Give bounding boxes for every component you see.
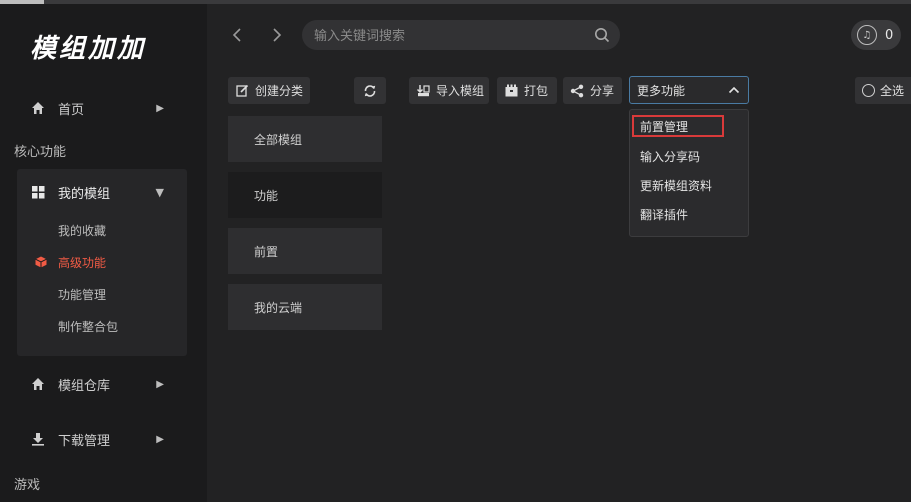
create-category-label: 创建分类	[255, 84, 304, 98]
search-bar	[302, 20, 620, 52]
category-my-cloud[interactable]: 我的云端	[228, 284, 382, 330]
search-input[interactable]	[312, 20, 586, 52]
select-all-label: 全选	[880, 84, 905, 98]
sidebar-sub-feature-mgmt[interactable]: 功能管理	[58, 286, 106, 303]
menu-item-label: 前置管理	[640, 119, 689, 134]
menu-item-enter-share-code[interactable]: 输入分享码	[640, 145, 744, 167]
edit-icon	[235, 84, 249, 98]
menu-item-label: 输入分享码	[640, 149, 701, 164]
refresh-button[interactable]	[354, 77, 386, 104]
caret-right-icon: ▶	[156, 102, 164, 114]
sidebar-item-home[interactable]: 首页 ▶	[14, 90, 184, 126]
import-icon	[416, 84, 430, 98]
sidebar: 模组加加 首页 ▶ 核心功能 我的模组 ▼ 我的收藏 高级功能 功能管理 制作整…	[0, 4, 207, 502]
category-label: 前置	[254, 244, 279, 259]
import-mod-button[interactable]: 导入模组	[409, 77, 489, 104]
chevron-right-icon	[273, 28, 282, 42]
sidebar-item-mod-repo[interactable]: 模组仓库 ▶	[14, 366, 184, 402]
home-icon	[30, 100, 46, 116]
sidebar-sub-modpack[interactable]: 制作整合包	[58, 318, 118, 335]
sidebar-sub-advanced[interactable]: 高级功能	[58, 254, 106, 271]
pack-label: 打包	[524, 84, 549, 98]
caret-right-icon: ▶	[156, 433, 164, 445]
app-logo: 模组加加	[30, 34, 147, 64]
back-button[interactable]	[225, 23, 249, 47]
category-functions[interactable]: 功能	[228, 172, 382, 218]
menu-item-translate-plugin[interactable]: 翻译插件	[640, 203, 744, 225]
section-games-label: 游戏	[14, 478, 41, 493]
sidebar-item-label: 我的模组	[58, 186, 111, 202]
import-mod-label: 导入模组	[436, 84, 485, 98]
category-label: 功能	[254, 188, 279, 203]
share-label: 分享	[590, 84, 615, 98]
more-functions-label: 更多功能	[637, 83, 686, 98]
sidebar-item-label: 首页	[58, 102, 85, 118]
more-functions-dropdown[interactable]: 更多功能	[629, 76, 749, 104]
coin-badge[interactable]: ♫ 0	[851, 20, 901, 50]
category-prerequisites[interactable]: 前置	[228, 228, 382, 274]
chevron-left-icon	[232, 28, 241, 42]
share-button[interactable]: 分享	[563, 77, 622, 104]
category-label: 我的云端	[254, 300, 303, 315]
music-coin-icon: ♫	[857, 25, 877, 45]
caret-down-icon: ▼	[155, 185, 164, 199]
menu-item-prereq-mgmt[interactable]: 前置管理	[632, 115, 736, 137]
cube-icon	[35, 256, 47, 268]
share-icon	[570, 84, 584, 98]
home-icon	[30, 376, 46, 392]
package-icon	[504, 84, 518, 98]
grid-icon	[30, 184, 46, 200]
sidebar-item-my-mods[interactable]: 我的模组 ▼	[14, 174, 184, 210]
pack-button[interactable]: 打包	[497, 77, 557, 104]
category-all-mods[interactable]: 全部模组	[228, 116, 382, 162]
menu-item-update-mod-info[interactable]: 更新模组资料	[640, 174, 744, 196]
caret-right-icon: ▶	[156, 378, 164, 390]
forward-button[interactable]	[265, 23, 289, 47]
download-icon	[30, 431, 46, 447]
sidebar-item-label: 模组仓库	[58, 378, 111, 394]
section-core-label: 核心功能	[14, 145, 67, 160]
more-functions-menu: 前置管理 输入分享码 更新模组资料 翻译插件	[629, 109, 749, 237]
search-icon[interactable]	[594, 27, 610, 43]
menu-item-label: 更新模组资料	[640, 178, 713, 193]
coin-count: 0	[885, 27, 894, 43]
select-all-toggle[interactable]: 全选	[855, 77, 911, 104]
create-category-button[interactable]: 创建分类	[228, 77, 310, 104]
sidebar-item-downloads[interactable]: 下载管理 ▶	[14, 421, 184, 457]
sidebar-sub-favorites[interactable]: 我的收藏	[58, 222, 106, 239]
chevron-up-icon	[728, 86, 740, 94]
sidebar-item-label: 下载管理	[58, 433, 111, 449]
radio-circle-icon	[862, 84, 875, 97]
category-label: 全部模组	[254, 132, 303, 147]
menu-item-label: 翻译插件	[640, 207, 689, 222]
refresh-icon	[363, 84, 377, 98]
